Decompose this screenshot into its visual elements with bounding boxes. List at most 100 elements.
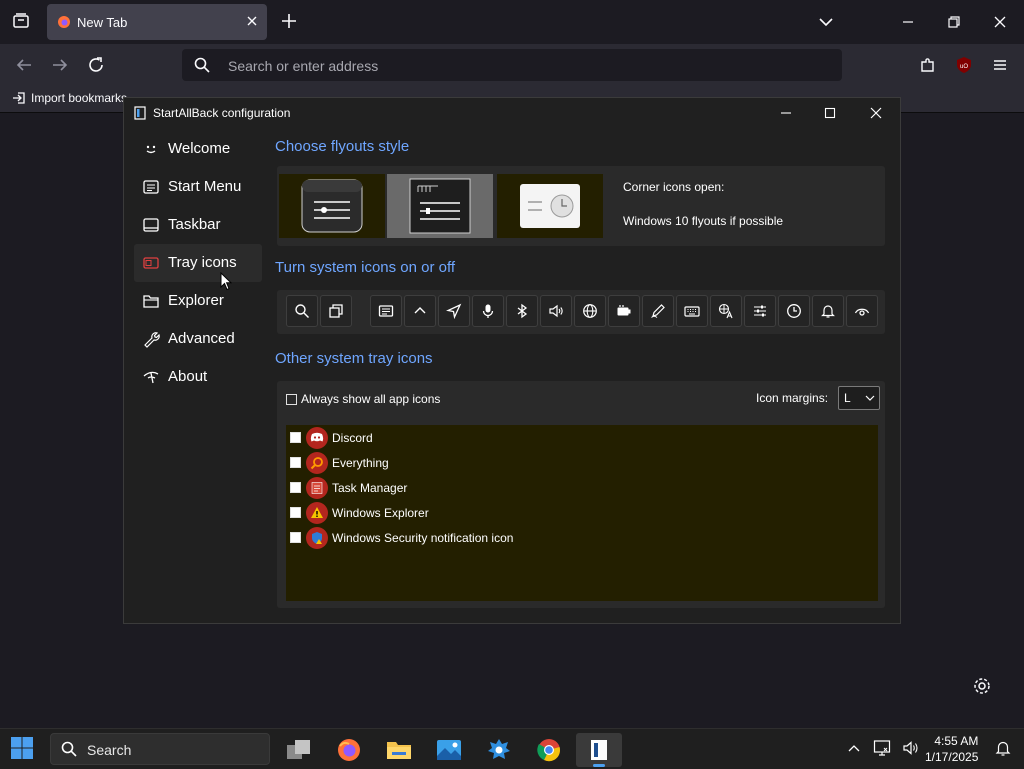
taskbar-clock[interactable]: 4:55 AM 1/17/2025 [925, 733, 978, 765]
toggle-network-button[interactable] [574, 295, 606, 327]
list-item[interactable]: Windows Explorer [290, 500, 429, 525]
toggle-search-button[interactable] [286, 295, 318, 327]
taskbar-search-box[interactable]: Search [50, 733, 270, 765]
list-item[interactable]: Everything [290, 450, 389, 475]
flyout-win10-preview-icon [409, 178, 471, 234]
checkbox[interactable] [286, 393, 297, 405]
toggle-location-button[interactable] [438, 295, 470, 327]
checkbox[interactable] [290, 507, 301, 518]
restore-button[interactable] [942, 10, 966, 34]
chevron-up-icon[interactable] [848, 743, 860, 753]
close-window-button[interactable] [988, 10, 1012, 34]
checkbox[interactable] [290, 432, 301, 443]
close-tab-icon[interactable] [245, 14, 259, 28]
all-tabs-button[interactable] [8, 8, 34, 34]
forward-button[interactable] [48, 53, 72, 77]
toggle-volume-button[interactable] [540, 295, 572, 327]
eye-icon [854, 308, 870, 316]
windows-start-icon[interactable] [10, 736, 34, 760]
volume-icon[interactable] [902, 739, 920, 757]
sidebar-item-advanced[interactable]: Advanced [134, 320, 262, 358]
flyout-win7-preview-icon [520, 184, 580, 228]
bluetooth-icon [517, 303, 528, 319]
ublock-button[interactable]: uO [952, 53, 976, 77]
sab-close-button[interactable] [866, 104, 886, 122]
taskbar-chrome[interactable] [526, 733, 572, 767]
tab-new-tab[interactable]: New Tab [47, 4, 267, 40]
reload-button[interactable] [84, 53, 108, 77]
toggle-overflow-button[interactable] [404, 295, 436, 327]
taskbar-file-explorer[interactable] [376, 733, 422, 767]
firefox-icon [58, 16, 70, 28]
bell-icon[interactable] [995, 739, 1011, 757]
taskbar-photos[interactable] [426, 733, 472, 767]
import-bookmarks-button[interactable]: Import bookmarks... [12, 91, 137, 105]
sidebar-item-start-menu[interactable]: Start Menu [134, 168, 262, 206]
sab-title-bar[interactable]: StartAllBack configuration [124, 98, 900, 128]
toggle-clock-button[interactable] [778, 295, 810, 327]
windows-taskbar: Search 4:55 AM 1/17/2025 [0, 728, 1024, 769]
list-item[interactable]: Task Manager [290, 475, 407, 500]
toggle-presence-button[interactable] [846, 295, 878, 327]
toggle-battery-button[interactable] [608, 295, 640, 327]
flyout-style-option-win11[interactable] [279, 174, 385, 238]
address-bar[interactable] [182, 49, 842, 83]
sab-window-title: StartAllBack configuration [153, 106, 291, 120]
folder-icon [387, 742, 411, 759]
app-menu-button[interactable] [988, 53, 1012, 77]
toggle-touch-keyboard-button[interactable] [676, 295, 708, 327]
reload-icon [89, 57, 103, 72]
system-icons-panel [277, 290, 885, 334]
always-show-app-icons-checkbox[interactable]: Always show all app icons [286, 392, 440, 406]
extensions-button[interactable] [916, 53, 940, 77]
network-icon[interactable] [873, 739, 891, 757]
icon-margins-select[interactable]: L [838, 386, 880, 410]
sab-minimize-button[interactable] [776, 104, 796, 122]
toggle-news-button[interactable] [370, 295, 402, 327]
sidebar-item-welcome[interactable]: Welcome [134, 130, 262, 168]
back-button[interactable] [12, 53, 36, 77]
checkbox[interactable] [290, 457, 301, 468]
toggle-notifications-button[interactable] [812, 295, 844, 327]
sab-maximize-button[interactable] [820, 104, 840, 122]
sidebar-item-tray-icons[interactable]: Tray icons [134, 244, 262, 282]
startallback-app-icon [134, 106, 146, 120]
flyout-style-option-win7[interactable] [497, 174, 603, 238]
sidebar-item-about[interactable]: About [134, 358, 262, 396]
sidebar-item-taskbar[interactable]: Taskbar [134, 206, 262, 244]
clock-time: 4:55 AM [934, 734, 979, 748]
globe-icon [583, 304, 597, 318]
taskbar-startallback[interactable] [576, 733, 622, 767]
taskbar-firefox[interactable] [326, 733, 372, 767]
discord-icon [306, 426, 328, 449]
toggle-pen-button[interactable] [642, 295, 674, 327]
app-name: Discord [332, 430, 373, 445]
gear-icon[interactable] [972, 676, 992, 696]
list-item[interactable]: Windows Security notification icon [290, 525, 513, 550]
toggle-quick-settings-button[interactable] [744, 295, 776, 327]
taskbar-task-view[interactable] [276, 733, 322, 767]
hamburger-menu-icon [994, 60, 1006, 70]
toggle-microphone-button[interactable] [472, 295, 504, 327]
taskbar-app-grid[interactable] [476, 733, 522, 767]
corner-icons-value[interactable]: Windows 10 flyouts if possible [623, 214, 783, 228]
chevron-down-icon[interactable] [818, 14, 834, 30]
checkbox[interactable] [290, 482, 301, 493]
new-tab-plus-icon[interactable] [280, 12, 298, 30]
task-view-icon [329, 304, 343, 318]
toggle-input-language-button[interactable] [710, 295, 742, 327]
toggle-task-view-button[interactable] [320, 295, 352, 327]
magnifier-icon [306, 451, 328, 474]
chevron-up-icon [414, 307, 426, 314]
flyout-style-option-win10[interactable] [387, 174, 493, 238]
other-tray-heading: Other system tray icons [275, 350, 433, 367]
startallback-config-window: StartAllBack configuration Welcome Start… [123, 97, 901, 624]
toggle-bluetooth-button[interactable] [506, 295, 538, 327]
sidebar-item-explorer[interactable]: Explorer [134, 282, 262, 320]
restore-icon [948, 16, 960, 28]
list-item[interactable]: Discord [290, 425, 373, 450]
address-input[interactable] [226, 49, 790, 83]
task-manager-icon [306, 476, 328, 499]
checkbox[interactable] [290, 532, 301, 543]
minimize-button[interactable] [896, 10, 920, 34]
